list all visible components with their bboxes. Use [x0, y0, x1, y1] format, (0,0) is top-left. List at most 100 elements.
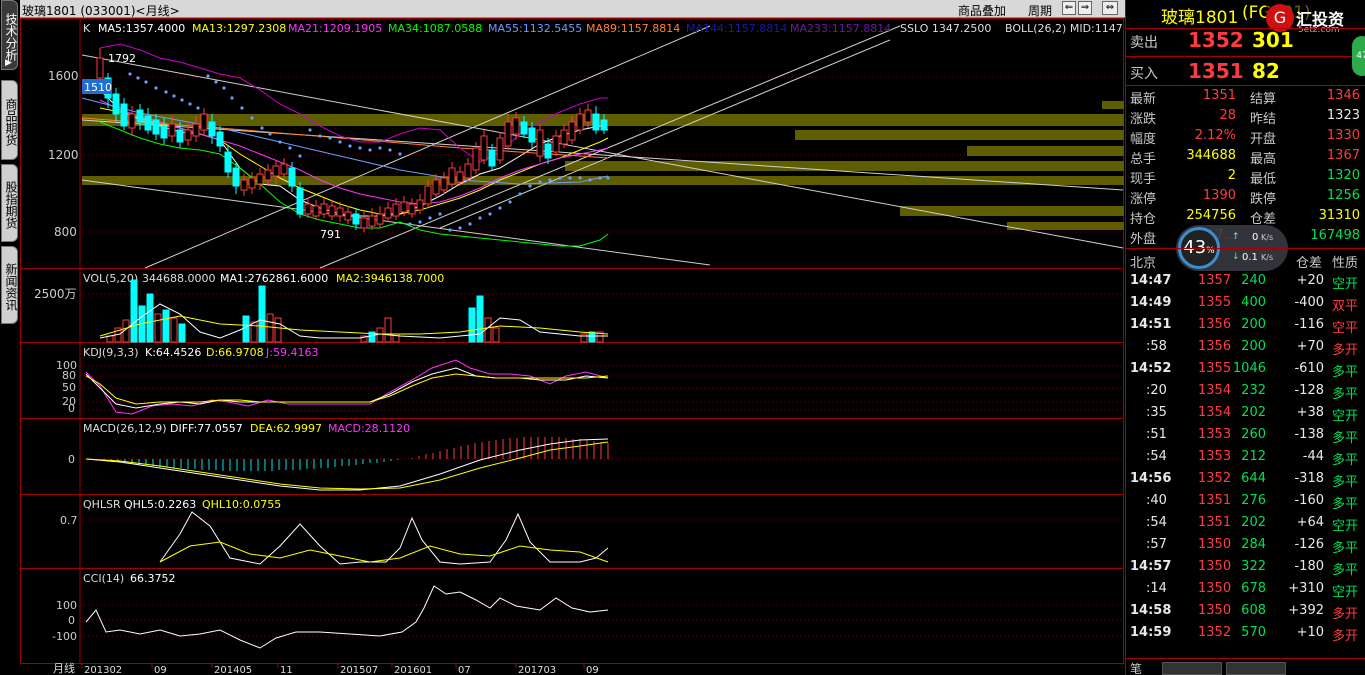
volume-bar — [154, 313, 162, 343]
sar-dot — [188, 102, 192, 106]
legend-ma5: MA5:1357.4000 — [98, 22, 185, 35]
low-mark: 791 — [320, 228, 341, 241]
stat-row: 涨跌 28 昨结 1323 — [1126, 108, 1365, 128]
tick-row[interactable]: :35 1354 202 +38 空开 — [1126, 402, 1365, 424]
stat-value-2: 1330 — [1326, 128, 1360, 143]
bottom-tab-3[interactable] — [1226, 662, 1286, 675]
sar-dot — [338, 140, 342, 144]
sar-dot — [448, 228, 452, 232]
tick-volume: 202 — [1241, 405, 1266, 420]
stat-value-2: 167498 — [1310, 228, 1360, 243]
tick-price: 1351 — [1198, 515, 1232, 530]
sar-dot — [308, 128, 312, 132]
tick-row[interactable]: 14:51 1356 200 -116 空平 — [1126, 314, 1365, 336]
tick-volume: 212 — [1241, 449, 1266, 464]
xaxis-date: 09 — [586, 665, 599, 675]
tick-volume: 608 — [1241, 603, 1266, 618]
tick-row[interactable]: :57 1350 284 -126 多平 — [1126, 534, 1365, 556]
tab-bi[interactable]: 笔 — [1130, 660, 1142, 675]
tick-row[interactable]: :14 1350 678 +310 空开 — [1126, 578, 1365, 600]
stat-label: 现手 — [1130, 172, 1157, 187]
cci-value: 66.3752 — [130, 572, 176, 585]
sar-dot — [558, 176, 562, 180]
sar-dot — [498, 206, 502, 210]
tick-price: 1351 — [1198, 493, 1232, 508]
sar-dot — [568, 176, 572, 180]
contract-name: 玻璃1801 — [1161, 8, 1239, 28]
menu-period[interactable]: 周期 — [1028, 2, 1052, 19]
tick-volume: 644 — [1241, 471, 1266, 486]
candle-body — [192, 123, 200, 137]
tick-price: 1350 — [1198, 537, 1232, 552]
tick-row[interactable]: :40 1351 276 -160 多平 — [1126, 490, 1365, 512]
upload-unit: K/s — [1261, 233, 1274, 242]
macd-histogram — [96, 437, 609, 471]
sar-dot — [508, 200, 512, 204]
sar-dot — [458, 226, 462, 230]
collapse-icon[interactable]: ⇔ — [1102, 1, 1118, 15]
sar-dot — [240, 106, 244, 110]
tick-row[interactable]: 14:47 1357 240 +20 空开 — [1126, 270, 1365, 292]
sar-dot — [222, 86, 226, 90]
xaxis-date: 11 — [280, 665, 293, 675]
stat-value-2: 1323 — [1326, 108, 1360, 123]
sar-dot — [288, 146, 292, 150]
tick-row[interactable]: :20 1354 232 -128 多平 — [1126, 380, 1365, 402]
tick-row[interactable]: :54 1353 212 -44 多平 — [1126, 446, 1365, 468]
tick-row[interactable]: 14:58 1350 608 +392 多开 — [1126, 600, 1365, 622]
tick-oi: -126 — [1294, 537, 1324, 552]
nav-left-icon[interactable]: ⇐ — [1062, 1, 1076, 15]
sell-price: 1352 — [1188, 28, 1244, 52]
bottom-tab-2[interactable] — [1162, 662, 1222, 675]
stat-value: 1390 — [1202, 188, 1236, 203]
badge[interactable]: 47 — [1352, 36, 1365, 76]
tick-row[interactable]: 14:49 1355 400 -400 双平 — [1126, 292, 1365, 314]
buy-price: 1351 — [1188, 59, 1244, 83]
tick-nature: 多平 — [1332, 497, 1359, 512]
tick-oi: +64 — [1296, 515, 1324, 530]
candle-body — [512, 117, 520, 135]
candle-body — [120, 103, 128, 127]
candle-body — [184, 129, 192, 141]
volume-bar — [250, 321, 258, 343]
tick-row[interactable]: 14:59 1352 570 +10 多开 — [1126, 622, 1365, 644]
tab-news[interactable]: 新闻资讯 — [1, 246, 18, 324]
tab-commodity-futures[interactable]: 商品期货 — [1, 80, 18, 160]
tick-row[interactable]: 14:57 1350 322 -180 多平 — [1126, 556, 1365, 578]
tick-nature: 多开 — [1332, 629, 1359, 644]
sar-dot — [180, 98, 184, 102]
stat-label-2: 最高 — [1250, 152, 1277, 167]
sar-dot — [488, 212, 492, 216]
menu-goods-overlay[interactable]: 商品叠加 — [958, 2, 1006, 19]
tick-time: 14:59 — [1130, 625, 1172, 640]
sar-dot — [578, 176, 582, 180]
chart-area[interactable]: 1600 1200 800 1792 1510 791 K MA5:1357.4… — [20, 18, 1125, 675]
sar-dot — [588, 178, 592, 182]
logo-url: 5etz.com — [1298, 25, 1340, 35]
candle-body — [552, 135, 560, 153]
vol-ma1: MA1:2762861.6000 — [220, 272, 328, 285]
macd-diff: DIFF:77.0557 — [170, 422, 243, 435]
tick-row[interactable]: :54 1351 202 +64 空开 — [1126, 512, 1365, 534]
candle-body — [168, 123, 176, 137]
sar-dot — [518, 192, 522, 196]
kdj-d: D:66.9708 — [206, 346, 264, 359]
nav-right-icon[interactable]: ⇒ — [1078, 1, 1092, 15]
candle-body — [432, 179, 440, 195]
xaxis-label: 月线 — [53, 661, 75, 675]
sar-dot — [378, 146, 382, 150]
quote-panel: 玻璃1801 (FG801) G 汇投资 5etz.com 卖出 1352 30… — [1125, 0, 1365, 675]
kdj-d-line — [85, 373, 609, 405]
tick-nature: 多平 — [1332, 563, 1359, 578]
tab-index-futures[interactable]: 股指期货 — [1, 164, 18, 242]
tick-row[interactable]: 14:52 1355 1046 -610 多平 — [1126, 358, 1365, 380]
tick-row[interactable]: :51 1353 260 -138 多平 — [1126, 424, 1365, 446]
tick-header-loc: 北京 — [1130, 256, 1157, 271]
kdj-j-line — [85, 359, 609, 415]
tick-oi: -44 — [1302, 449, 1324, 464]
tick-row[interactable]: 14:56 1352 644 -318 多平 — [1126, 468, 1365, 490]
tick-row[interactable]: :58 1356 200 +70 多开 — [1126, 336, 1365, 358]
sar-dot — [408, 222, 412, 226]
legend-ma89: MA89:1157.8814 — [586, 22, 680, 35]
tick-header: 北京 仓差 性质 — [1126, 249, 1365, 271]
